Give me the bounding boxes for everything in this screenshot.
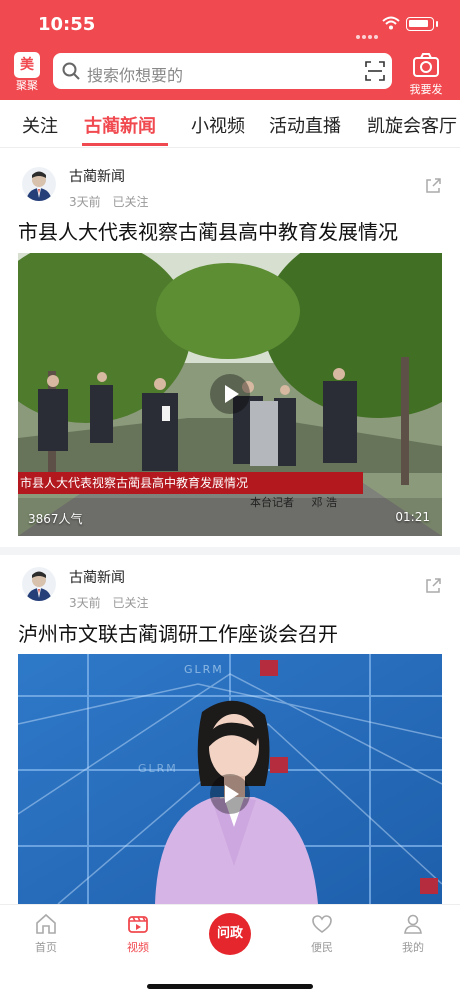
person-avatar-icon	[26, 171, 52, 201]
status-bar: 10:55	[0, 0, 460, 48]
wenzheng-button[interactable]: 问政	[209, 913, 251, 955]
nav-services-label: 便民	[311, 941, 333, 954]
avatar[interactable]	[22, 167, 56, 201]
reporter-caption: 本台记者 邓 浩	[250, 496, 351, 510]
signal-icon	[356, 24, 380, 43]
follow-status: 已关注	[112, 596, 149, 610]
tab-short-video[interactable]: 小视频	[191, 112, 245, 138]
logo-icon: 美	[14, 52, 40, 78]
share-icon[interactable]	[424, 177, 442, 195]
reporter-label: 本台记者	[250, 496, 294, 509]
video-thumbnail[interactable]: 市县人大代表视察古蔺县高中教育发展情况 本台记者 邓 浩 3867人气 01:2…	[18, 253, 442, 536]
play-icon[interactable]	[210, 374, 250, 414]
news-title[interactable]: 市县人大代表视察古蔺县高中教育发展情况	[18, 216, 398, 245]
video-icon	[128, 916, 148, 933]
share-icon[interactable]	[424, 577, 442, 595]
home-indicator	[147, 984, 313, 989]
bottom-navigation: 首页 视频 问政 便民 我的	[0, 904, 460, 996]
app-header: 10:55 美 聚聚 搜索你想要的 我要发	[0, 0, 460, 100]
camera-icon	[413, 53, 439, 77]
search-bar[interactable]: 搜索你想要的	[53, 53, 392, 89]
battery-icon	[406, 17, 434, 31]
reporter-name: 邓 浩	[311, 496, 338, 509]
post-time: 3天前	[69, 596, 101, 610]
nav-profile-label: 我的	[402, 941, 424, 954]
status-time: 10:55	[38, 14, 96, 35]
nav-video[interactable]: 视频	[108, 912, 168, 955]
news-meta: 3天前 已关注	[69, 193, 156, 210]
user-icon	[404, 914, 422, 934]
logo-label: 聚聚	[16, 79, 38, 92]
card-separator	[0, 547, 460, 555]
heart-icon	[312, 915, 332, 933]
battery-tip-icon	[436, 21, 438, 27]
tab-live-events[interactable]: 活动直播	[269, 112, 341, 138]
video-thumbnail[interactable]: GLRM GLRM	[18, 654, 442, 904]
news-source[interactable]: 古蔺新闻	[69, 166, 125, 186]
app-logo-button[interactable]: 美 聚聚	[10, 52, 44, 94]
nav-video-label: 视频	[127, 941, 149, 954]
search-input[interactable]: 搜索你想要的	[87, 62, 183, 86]
follow-status: 已关注	[112, 195, 149, 209]
news-source[interactable]: 古蔺新闻	[69, 567, 125, 587]
news-card[interactable]: 古蔺新闻 3天前 已关注 市县人大代表视察古蔺县高中教育发展情况 市县人大代表视…	[0, 149, 460, 547]
news-title[interactable]: 泸州市文联古蔺调研工作座谈会召开	[18, 618, 338, 647]
view-count: 3867人气	[28, 512, 83, 526]
nav-services[interactable]: 便民	[292, 912, 352, 955]
play-icon[interactable]	[210, 774, 250, 814]
avatar[interactable]	[22, 567, 56, 601]
post-time: 3天前	[69, 195, 101, 209]
tab-gulin-news[interactable]: 古蔺新闻	[84, 112, 156, 138]
watermark-text: GLRM	[184, 663, 224, 676]
nav-home[interactable]: 首页	[16, 912, 76, 955]
wifi-icon	[382, 16, 400, 30]
news-meta: 3天前 已关注	[69, 594, 156, 611]
post-label: 我要发	[409, 83, 443, 96]
category-tabs: 关注 古蔺新闻 小视频 活动直播 凯旋会客厅	[0, 100, 460, 148]
active-tab-indicator	[82, 143, 168, 146]
nav-profile[interactable]: 我的	[383, 912, 443, 955]
video-caption: 市县人大代表视察古蔺县高中教育发展情况	[18, 472, 363, 494]
video-duration: 01:21	[395, 510, 430, 524]
nav-home-label: 首页	[35, 941, 57, 954]
tab-kaixuan-lounge[interactable]: 凯旋会客厅	[367, 112, 457, 138]
search-icon	[62, 62, 80, 80]
watermark-text: GLRM	[138, 762, 178, 775]
scan-icon[interactable]	[365, 61, 385, 81]
tab-follow[interactable]: 关注	[22, 112, 58, 138]
post-button[interactable]: 我要发	[400, 52, 452, 96]
home-icon	[36, 913, 56, 934]
news-card[interactable]: 古蔺新闻 3天前 已关注 泸州市文联古蔺调研工作座谈会召开 GLRM GLRM	[0, 555, 460, 904]
person-avatar-icon	[26, 571, 52, 601]
